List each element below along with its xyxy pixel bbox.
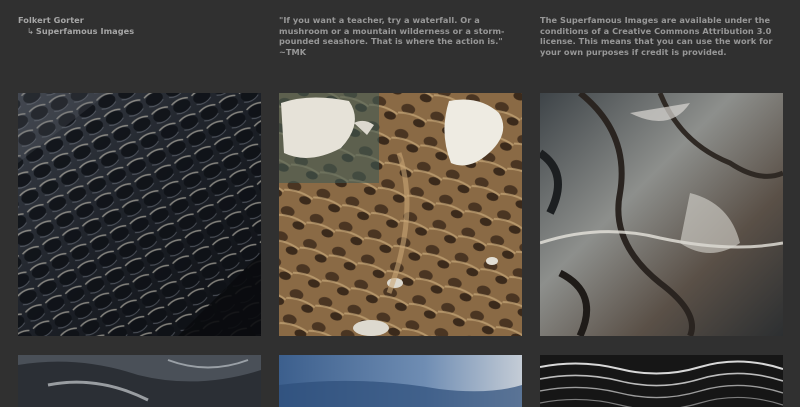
page: Folkert Gorter ↳ Superfamous Images "If y… — [0, 0, 800, 407]
author-name[interactable]: Folkert Gorter — [18, 15, 238, 26]
site-link[interactable]: ↳ Superfamous Images — [18, 26, 238, 37]
abstract-image-icon — [18, 93, 261, 336]
bw-texture-icon — [540, 355, 783, 407]
return-arrow-icon: ↳ — [27, 25, 34, 36]
rock-texture-icon — [18, 355, 261, 407]
license-text: The Superfamous Images are available und… — [540, 15, 773, 57]
marble-texture-icon — [540, 93, 783, 336]
gallery-image-5[interactable] — [279, 355, 522, 407]
gallery-image-2[interactable] — [279, 93, 522, 336]
aerial-terrain-icon — [279, 93, 522, 336]
gallery-image-4[interactable] — [18, 355, 261, 407]
water-texture-icon — [279, 355, 522, 407]
gallery-image-6[interactable] — [540, 355, 783, 407]
header-quote-column: "If you want a teacher, try a waterfall.… — [279, 15, 524, 57]
site-link-label: Superfamous Images — [35, 25, 135, 36]
header-license-column: The Superfamous Images are available und… — [540, 15, 780, 57]
header-author-column: Folkert Gorter ↳ Superfamous Images — [18, 15, 238, 36]
gallery-image-1[interactable] — [18, 93, 261, 336]
gallery-image-3[interactable] — [540, 93, 783, 336]
quote-text: "If you want a teacher, try a waterfall.… — [279, 15, 505, 57]
